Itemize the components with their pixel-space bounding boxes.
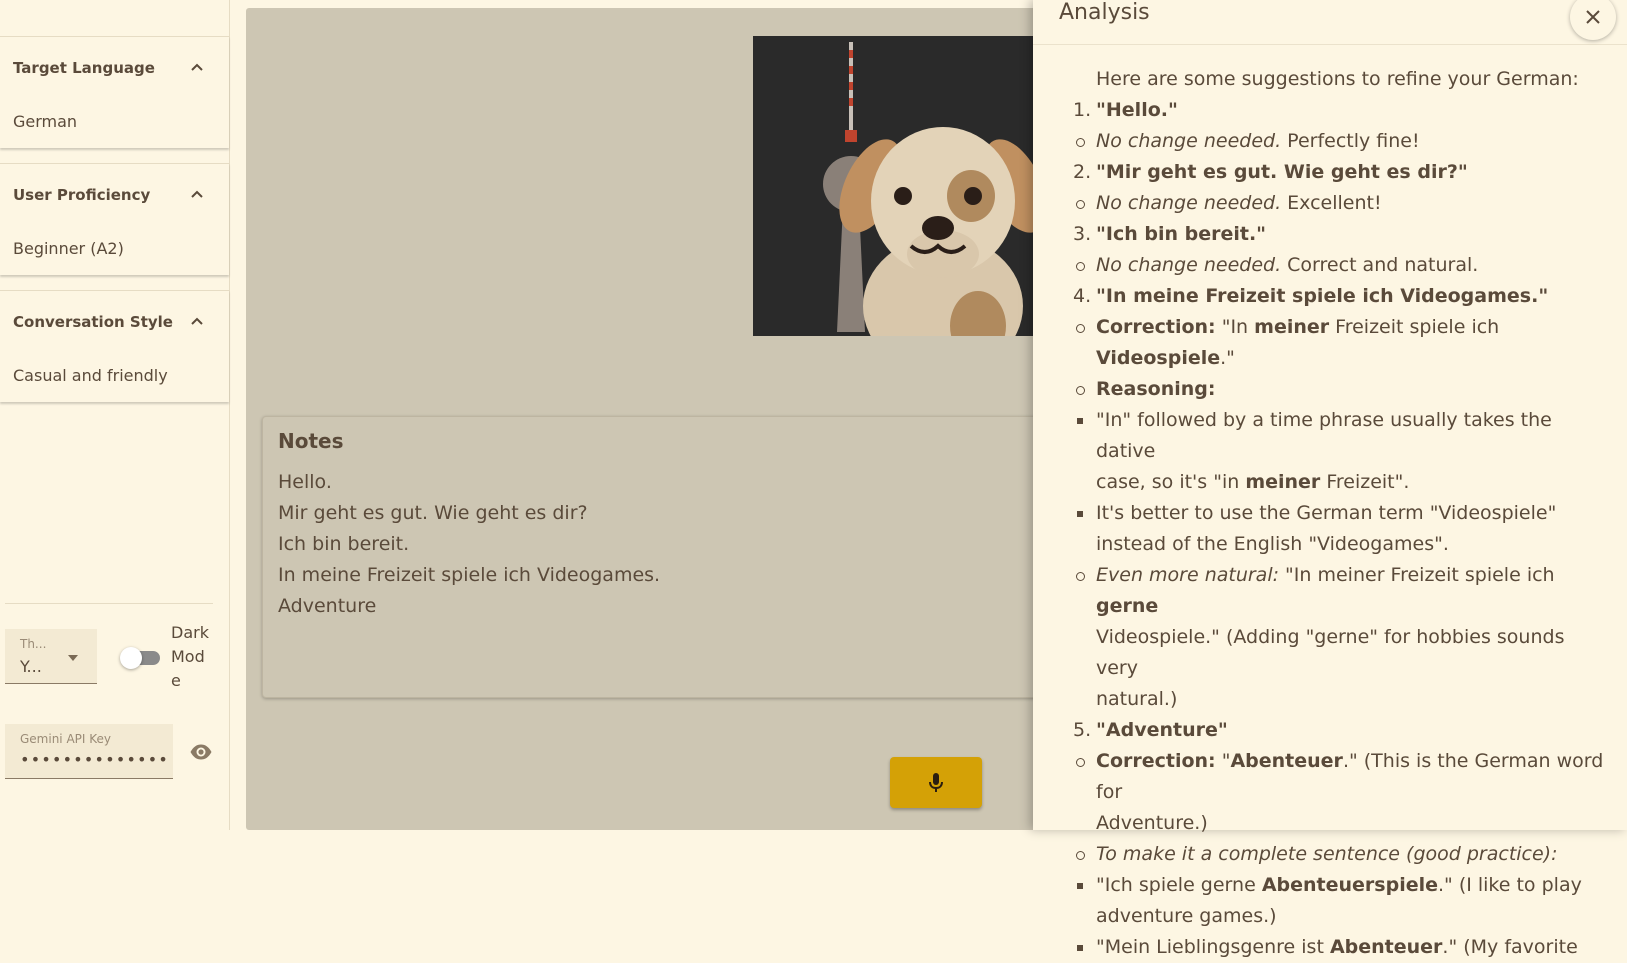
notes-line: Adventure (278, 595, 377, 617)
api-key-input[interactable] (20, 750, 168, 769)
api-key-label: Gemini API Key (20, 732, 112, 746)
panel-value[interactable]: Casual and friendly (13, 366, 168, 385)
notes-line: In meine Freizeit spiele ich Videogames. (278, 564, 661, 586)
settings-sidebar: Target Language German User Proficiency … (0, 0, 230, 830)
list-subitem: No change needed. Correct and natural. (1033, 250, 1627, 281)
notes-line: Mir geht es gut. Wie geht es dir? (278, 502, 588, 524)
theme-select-value[interactable]: Y... (20, 657, 42, 676)
eye-icon[interactable] (189, 740, 213, 764)
list-item: 5. "Adventure" (1073, 719, 1228, 741)
list-bullet: "Mein Lieblingsgenre ist Abenteuer." (My… (1033, 932, 1627, 963)
list-bullet-continued: case, so it's "in meiner Freizeit". (1096, 471, 1410, 493)
list-subitem-continued: natural.) (1096, 688, 1178, 710)
notes-title: Notes (278, 429, 344, 453)
list-subitem: Correction: "Abenteuer." (This is the Ge… (1033, 746, 1627, 808)
list-subitem: Reasoning: (1033, 374, 1627, 405)
panel-value[interactable]: German (13, 112, 77, 131)
notes-line: Ich bin bereit. (278, 533, 410, 555)
analysis-drawer: Analysis Here are some suggestions to re… (1033, 0, 1627, 958)
notes-text[interactable]: Hello. Mir geht es gut. Wie geht es dir?… (278, 467, 660, 622)
user-proficiency-panel[interactable]: User Proficiency Beginner (A2) (0, 163, 229, 275)
theme-select-label: Th... (20, 637, 47, 651)
panel-title: Target Language (13, 59, 155, 77)
list-subitem-continued: Adventure.) (1096, 812, 1208, 834)
panel-title: User Proficiency (13, 186, 151, 204)
list-subitem: No change needed. Excellent! (1033, 188, 1627, 219)
gemini-api-key-field[interactable]: Gemini API Key (5, 724, 173, 779)
target-language-panel[interactable]: Target Language German (0, 36, 229, 148)
list-item: 1. "Hello." (1073, 99, 1178, 121)
close-icon (1586, 10, 1600, 24)
analysis-content: Here are some suggestions to refine your… (1033, 64, 1627, 963)
analysis-intro: Here are some suggestions to refine your… (1096, 68, 1579, 90)
list-item: 3. "Ich bin bereit." (1073, 223, 1267, 245)
record-button[interactable] (890, 757, 982, 808)
list-item: 4. "In meine Freizeit spiele ich Videogam… (1073, 285, 1549, 307)
toggle-knob[interactable] (120, 647, 142, 669)
list-subitem: Even more natural: "In meiner Freizeit s… (1033, 560, 1627, 622)
dropdown-caret-icon[interactable] (68, 655, 78, 661)
list-subitem: Correction: "In meiner Freizeit spiele i… (1033, 312, 1627, 343)
notes-line: Hello. (278, 471, 332, 493)
notes-card[interactable]: Notes Hello. Mir geht es gut. Wie geht e… (262, 416, 1062, 698)
chevron-up-icon[interactable] (189, 186, 205, 202)
list-subitem: To make it a complete sentence (good pra… (1033, 839, 1627, 870)
chevron-up-icon[interactable] (189, 59, 205, 75)
close-button[interactable] (1570, 0, 1616, 40)
microphone-icon (929, 773, 943, 792)
dog-illustration (753, 36, 1053, 336)
chevron-up-icon[interactable] (189, 313, 205, 329)
sidebar-divider (5, 603, 213, 604)
dark-mode-toggle[interactable] (120, 647, 162, 669)
list-bullet-continued: adventure games.) (1096, 905, 1277, 927)
drawer-header: Analysis (1033, 0, 1627, 45)
list-subitem: No change needed. Perfectly fine! (1033, 126, 1627, 157)
panel-title: Conversation Style (13, 313, 173, 331)
theme-select[interactable]: Th... Y... (5, 629, 97, 684)
list-bullet: "In" followed by a time phrase usually t… (1033, 405, 1627, 467)
list-bullet: "Ich spiele gerne Abenteuerspiele." (I l… (1033, 870, 1627, 901)
list-item: 2. "Mir geht es gut. Wie geht es dir?" (1073, 161, 1468, 183)
list-bullet: It's better to use the German term "Vide… (1033, 498, 1627, 529)
conversation-style-panel[interactable]: Conversation Style Casual and friendly (0, 290, 229, 402)
panel-value[interactable]: Beginner (A2) (13, 239, 124, 258)
dark-mode-label: Dark Mode (171, 623, 209, 690)
list-subitem-continued: Videospiele." (1096, 347, 1235, 369)
drawer-title: Analysis (1059, 0, 1150, 25)
list-subitem-continued: Videospiele." (Adding "gerne" for hobbie… (1096, 626, 1565, 679)
list-bullet-continued: instead of the English "Videogames". (1096, 533, 1449, 555)
